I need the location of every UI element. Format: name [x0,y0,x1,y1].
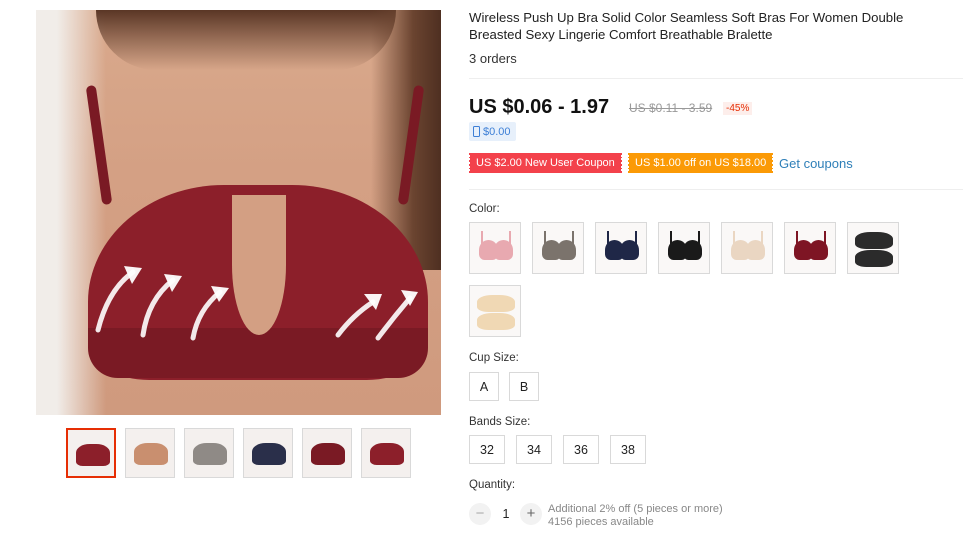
cup-size-label: Cup Size: [469,352,519,364]
cup-size-a-button[interactable]: A [469,372,499,401]
thumbnail-swatch [252,443,286,465]
swatch-cup [809,240,828,260]
mobile-price-value: $0.00 [483,125,511,138]
color-option-navy[interactable] [595,222,647,274]
new-user-coupon[interactable]: US $2.00 New User Coupon [468,153,623,173]
swatch-cup [557,240,576,260]
band-size-34-button[interactable]: 34 [516,435,552,464]
quantity-note: Additional 2% off (5 pieces or more) 415… [548,503,723,529]
quantity-label: Quantity: [469,479,516,491]
swatch-cup [494,240,513,260]
band-size-32-button[interactable]: 32 [469,435,505,464]
order-count: 3 orders [469,51,517,66]
color-option-beige[interactable] [721,222,773,274]
current-price: US $0.06 - 1.97 [469,96,610,118]
thumbnail-swatch [76,444,110,466]
thumbnail-swatch [311,443,345,465]
divider [469,78,963,79]
color-option-black-pads[interactable] [847,222,899,274]
thumbnail-3[interactable] [184,428,234,478]
phone-icon [473,126,480,137]
thumbnail-5[interactable] [302,428,352,478]
mobile-price-badge: $0.00 [469,122,516,141]
push-up-arrows-icon [95,266,418,341]
color-option-pink[interactable] [469,222,521,274]
swatch-pad [855,232,893,249]
thumbnail-1[interactable] [66,428,116,478]
divider [469,189,963,190]
stock-available: 4156 pieces available [548,516,654,528]
color-option-black[interactable] [658,222,710,274]
original-price: US $0.11 - 3.59 [629,101,713,115]
cup-size-b-button[interactable]: B [509,372,539,401]
band-size-label: Bands Size: [469,416,531,428]
thumbnail-swatch [193,443,227,465]
swatch-pad [855,250,893,267]
product-title: Wireless Push Up Bra Solid Color Seamles… [469,10,904,42]
color-option-beige-pads[interactable] [469,285,521,337]
swatch-cup [620,240,639,260]
swatch-cup [746,240,765,260]
store-coupon[interactable]: US $1.00 off on US $18.00 [626,153,775,173]
quantity-decrease-button[interactable]: − [469,503,491,525]
get-coupons-link[interactable]: Get coupons [779,156,853,171]
swatch-cup [683,240,702,260]
quantity-increase-button[interactable]: + [520,503,542,525]
quantity-input[interactable]: 1 [500,507,512,521]
thumbnail-swatch [134,443,168,465]
image-hair [96,10,396,70]
band-size-38-button[interactable]: 38 [610,435,646,464]
thumbnail-4[interactable] [243,428,293,478]
thumbnail-6[interactable] [361,428,411,478]
thumbnail-swatch [370,443,404,465]
bulk-discount-note: Additional 2% off (5 pieces or more) [548,503,723,515]
main-product-image[interactable] [36,10,441,415]
band-size-36-button[interactable]: 36 [563,435,599,464]
color-option-gray[interactable] [532,222,584,274]
color-label: Color: [469,203,500,215]
swatch-pad [477,295,515,312]
thumbnail-2[interactable] [125,428,175,478]
swatch-pad [477,313,515,330]
discount-badge: -45% [723,102,753,115]
color-option-wine[interactable] [784,222,836,274]
